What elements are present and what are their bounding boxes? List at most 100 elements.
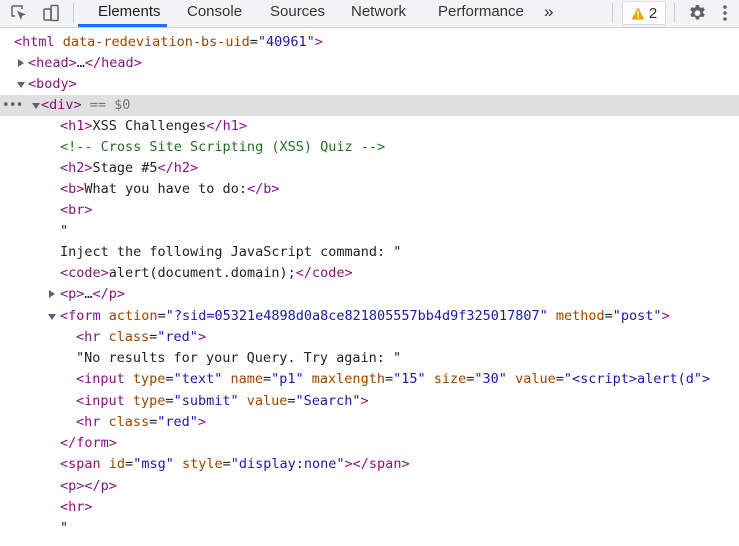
more-tabs-button[interactable]: »	[544, 0, 553, 26]
tab-sources[interactable]: Sources	[270, 0, 325, 26]
device-toolbar-icon[interactable]	[38, 0, 64, 26]
attr-name: size	[433, 371, 467, 387]
attr-name: style	[181, 456, 223, 472]
tag-gt: >	[360, 393, 369, 409]
expand-triangle-icon[interactable]	[49, 290, 55, 298]
dom-node-text-inject[interactable]: Inject the following JavaScript command:…	[0, 242, 739, 263]
inspect-element-icon[interactable]	[6, 0, 32, 26]
attr-value: "<script>alert(d">	[563, 371, 711, 387]
dom-node-hr-red[interactable]: <hr class="red">	[0, 327, 739, 348]
dom-node-div-selected[interactable]: ••• <div> == $0	[0, 95, 739, 116]
devtools-toolbar: Elements Console Sources Network Perform…	[0, 0, 739, 28]
attr-name: method	[555, 308, 605, 324]
tag-div-open: <div>	[41, 97, 82, 113]
warning-count: 2	[648, 4, 658, 22]
dom-node-input-text[interactable]: <input type="text" name="p1" maxlength="…	[0, 369, 739, 390]
dom-node-hr-red[interactable]: <hr class="red">	[0, 412, 739, 433]
dom-node-form[interactable]: <form action="?sid=05321e4898d0a8ce82180…	[0, 306, 739, 327]
node-actions-ellipsis-icon[interactable]: •••	[2, 95, 24, 116]
attr-equals: =	[604, 308, 613, 324]
attr-equals: =	[165, 393, 174, 409]
tag-hr: <hr>	[60, 499, 93, 515]
dom-node-br[interactable]: <br>	[0, 200, 739, 221]
attr-name: type	[132, 393, 166, 409]
tag-b-open: <b>	[60, 181, 85, 197]
tag-br: <br>	[60, 202, 93, 218]
tag-hr-open: <hr	[76, 329, 109, 345]
dom-node-body[interactable]: <body>	[0, 74, 739, 95]
attr-value: "Search"	[295, 393, 361, 409]
dom-node-p-empty[interactable]: <p></p>	[0, 476, 739, 497]
tag-gt: >	[314, 34, 323, 50]
more-options-icon[interactable]	[716, 0, 734, 26]
dom-node-hr[interactable]: <hr>	[0, 497, 739, 518]
toolbar-divider	[612, 3, 613, 23]
attr-value: "red"	[157, 414, 198, 430]
dom-node-p-collapsed[interactable]: <p>…</p>	[0, 284, 739, 305]
dom-node-code[interactable]: <code>alert(document.domain);</code>	[0, 263, 739, 284]
dom-node-h1[interactable]: <h1>XSS Challenges</h1>	[0, 116, 739, 137]
attr-name: value	[246, 393, 288, 409]
tab-elements[interactable]: Elements	[98, 0, 161, 26]
tab-network[interactable]: Network	[351, 0, 406, 26]
dom-node-comment[interactable]: <!-- Cross Site Scripting (XSS) Quiz -->	[0, 137, 739, 158]
attr-space	[548, 308, 556, 324]
attr-value: "40961"	[257, 34, 315, 50]
tag-form-close: </form>	[60, 435, 117, 451]
attr-value: "submit"	[173, 393, 239, 409]
dom-node-head[interactable]: <head>…</head>	[0, 53, 739, 74]
active-tab-indicator	[78, 24, 167, 27]
tag-p-empty: <p></p>	[60, 478, 117, 494]
collapse-triangle-icon[interactable]	[32, 103, 40, 109]
dom-node-b[interactable]: <b>What you have to do:</b>	[0, 179, 739, 200]
text-node: "	[60, 520, 69, 536]
attr-equals: =	[249, 34, 258, 50]
tag-b-close: </b>	[246, 181, 280, 197]
attr-equals: =	[157, 308, 166, 324]
attr-value: "display:none"	[230, 456, 345, 472]
attr-equals: =	[384, 371, 394, 387]
attr-equals: =	[287, 393, 296, 409]
attr-name: class	[108, 414, 150, 430]
dom-node-span-msg[interactable]: <span id="msg" style="display:none"></sp…	[0, 454, 739, 475]
dom-node-html[interactable]: <html data-redeviation-bs-uid="40961">	[0, 32, 739, 53]
attr-space	[304, 371, 312, 387]
attr-equals: =	[555, 371, 564, 387]
attr-value: "15"	[393, 371, 426, 387]
h1-text: XSS Challenges	[92, 118, 207, 134]
attr-name: name	[230, 371, 263, 387]
dom-node-text-quote[interactable]: "	[0, 221, 739, 242]
dom-node-input-submit[interactable]: <input type="submit" value="Search">	[0, 391, 739, 412]
html-comment: <!-- Cross Site Scripting (XSS) Quiz -->	[60, 139, 386, 155]
tab-console[interactable]: Console	[187, 0, 242, 26]
tag-code-open: <code>	[60, 265, 109, 281]
warnings-counter-button[interactable]: 2	[622, 1, 666, 25]
collapse-triangle-icon[interactable]	[48, 314, 56, 320]
h2-text: Stage #5	[92, 160, 158, 176]
tag-h2-close: </h2>	[157, 160, 199, 176]
dom-node-text-no-results[interactable]: "No results for your Query. Try again: "	[0, 348, 739, 369]
dom-tree: <html data-redeviation-bs-uid="40961"> <…	[0, 28, 739, 546]
dom-node-form-close[interactable]: </form>	[0, 433, 739, 454]
tag-gt: >	[197, 329, 207, 345]
selected-node-marker: == $0	[81, 97, 131, 113]
tag-span-open: <span	[60, 456, 109, 472]
attr-value: "?sid=05321e4898d0a8ce821805557bb4d9f325…	[165, 308, 548, 324]
tag-code-close: </code>	[295, 265, 353, 281]
attr-equals: =	[263, 371, 272, 387]
settings-gear-icon[interactable]	[684, 0, 710, 26]
expand-triangle-icon[interactable]	[18, 59, 24, 67]
collapsed-ellipsis: …	[76, 55, 85, 71]
b-text: What you have to do:	[84, 181, 247, 197]
attr-value: "p1"	[271, 371, 304, 387]
dom-node-text-quote[interactable]: "	[0, 518, 739, 539]
attr-value: "30"	[474, 371, 507, 387]
collapse-triangle-icon[interactable]	[17, 82, 25, 88]
tag-span-close: ></span>	[344, 456, 410, 472]
tab-performance[interactable]: Performance	[438, 0, 524, 26]
tag-hr-open: <hr	[76, 414, 109, 430]
attr-name: type	[132, 371, 166, 387]
tag-p-close: </p>	[92, 286, 126, 302]
dom-node-h2[interactable]: <h2>Stage #5</h2>	[0, 158, 739, 179]
tag-input-open: <input	[76, 371, 133, 387]
